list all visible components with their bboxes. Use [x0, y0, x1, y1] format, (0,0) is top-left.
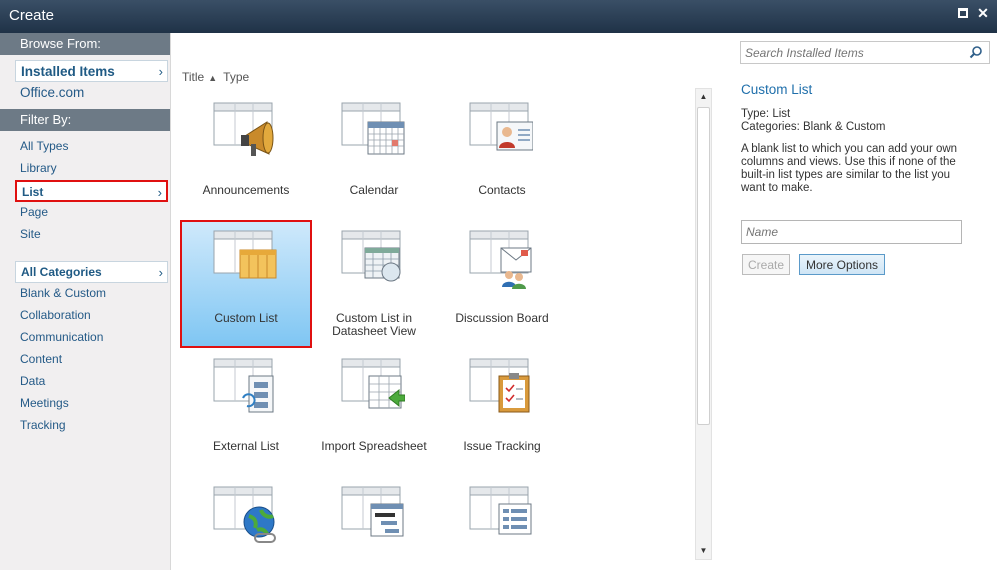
details-type: Type: List [741, 108, 791, 120]
filter-all-types[interactable]: All Types [15, 136, 170, 158]
tile-label: Announcements [202, 183, 290, 197]
import-spreadsheet-icon [341, 358, 405, 409]
filter-page-label: Page [20, 205, 49, 219]
category-tracking[interactable]: Tracking [15, 415, 170, 437]
category-meetings[interactable]: Meetings [15, 393, 170, 415]
filter-by-heading: Filter By: [0, 109, 170, 131]
scroll-up-icon[interactable]: ▲ [696, 89, 711, 105]
category-communication[interactable]: Communication [15, 327, 170, 349]
tile-links[interactable] [180, 476, 312, 560]
details-meta: Type: List Categories: Blank & Custom [741, 108, 885, 134]
tile-label: Custom List [214, 311, 278, 325]
tile-project-tasks[interactable] [308, 476, 440, 560]
filter-list-label: List [22, 185, 44, 199]
window-titlebar: Create ✕ [0, 0, 997, 33]
issue-tracking-icon [469, 358, 530, 413]
browse-installed-items[interactable]: Installed Items › [15, 60, 168, 82]
tile-custom-list-datasheet[interactable]: Custom List in Datasheet View [308, 220, 440, 348]
tile-label: External List [212, 439, 280, 453]
filter-site[interactable]: Site [15, 224, 170, 246]
filter-page[interactable]: Page [15, 202, 170, 224]
tiles-scrollbar[interactable]: ▲ ▼ [695, 88, 712, 560]
project-tasks-icon [341, 486, 404, 537]
category-content-label: Content [20, 352, 63, 366]
custom-list-icon [213, 230, 277, 279]
tile-import-spreadsheet[interactable]: Import Spreadsheet [308, 348, 440, 476]
tile-survey[interactable] [436, 476, 568, 560]
calendar-icon [341, 102, 405, 155]
filter-all-types-label: All Types [20, 139, 69, 153]
maximize-icon[interactable] [955, 5, 971, 21]
tile-issue-tracking[interactable]: Issue Tracking [436, 348, 568, 476]
survey-icon [469, 486, 532, 535]
browse-office-com[interactable]: Office.com [15, 82, 170, 104]
name-input[interactable] [742, 221, 961, 243]
browse-installed-items-label: Installed Items [21, 64, 115, 79]
search-icon[interactable] [969, 45, 983, 59]
category-collaboration-label: Collaboration [20, 308, 91, 322]
search-box [740, 41, 990, 64]
tile-label: Issue Tracking [463, 439, 541, 453]
category-meetings-label: Meetings [20, 396, 69, 410]
tile-discussion-board[interactable]: Discussion Board [436, 220, 568, 348]
category-tracking-label: Tracking [20, 418, 66, 432]
chevron-right-icon: › [158, 265, 163, 280]
scroll-down-icon[interactable]: ▼ [696, 543, 711, 559]
filter-library-label: Library [20, 161, 57, 175]
category-all[interactable]: All Categories › [15, 261, 168, 283]
category-communication-label: Communication [20, 330, 104, 344]
links-icon [213, 486, 276, 543]
category-data[interactable]: Data [15, 371, 170, 393]
details-title: Custom List [741, 82, 813, 97]
details-categories: Categories: Blank & Custom [741, 121, 886, 133]
contacts-icon [469, 102, 533, 151]
left-nav: Browse From: Installed Items › Office.co… [0, 33, 171, 570]
tile-custom-list[interactable]: Custom List [180, 220, 312, 348]
chevron-right-icon: › [158, 64, 163, 79]
filter-site-label: Site [20, 227, 41, 241]
tile-label: Calendar [349, 183, 399, 197]
sort-by-type[interactable]: Type [223, 70, 249, 84]
datasheet-icon [341, 230, 401, 282]
filter-library[interactable]: Library [15, 158, 170, 180]
tile-label: Import Spreadsheet [321, 439, 427, 453]
tile-calendar[interactable]: Calendar [308, 92, 440, 220]
category-blank-custom[interactable]: Blank & Custom [15, 283, 170, 305]
tile-label: Custom List in Datasheet View [332, 311, 416, 338]
chevron-right-icon: › [157, 185, 162, 200]
name-field-wrapper [741, 220, 962, 244]
external-list-icon [213, 358, 274, 413]
category-data-label: Data [20, 374, 46, 388]
category-content[interactable]: Content [15, 349, 170, 371]
category-all-label: All Categories [21, 265, 102, 279]
search-input[interactable] [741, 42, 961, 63]
category-blank-custom-label: Blank & Custom [20, 286, 107, 300]
scroll-thumb[interactable] [697, 107, 710, 425]
tile-external-list[interactable]: External List [180, 348, 312, 476]
create-button[interactable]: Create [742, 254, 790, 275]
announcements-icon [213, 102, 274, 156]
category-collaboration[interactable]: Collaboration [15, 305, 170, 327]
sort-bar: Title ▲ Type [182, 70, 249, 84]
tile-announcements[interactable]: Announcements [180, 92, 312, 220]
close-icon[interactable]: ✕ [975, 5, 991, 21]
tile-label: Contacts [478, 183, 526, 197]
browse-office-com-label: Office.com [20, 85, 85, 100]
filter-list[interactable]: List › [15, 180, 168, 202]
browse-from-heading: Browse From: [0, 33, 170, 55]
discussion-board-icon [469, 230, 532, 289]
window-title: Create [9, 7, 55, 24]
sort-ascending-icon: ▲ [208, 73, 218, 83]
more-options-button[interactable]: More Options [799, 254, 885, 275]
sort-by-title[interactable]: Title [182, 70, 204, 84]
tile-label: Discussion Board [455, 311, 549, 325]
tile-contacts[interactable]: Contacts [436, 92, 568, 220]
details-description: A blank list to which you can add your o… [741, 143, 958, 194]
